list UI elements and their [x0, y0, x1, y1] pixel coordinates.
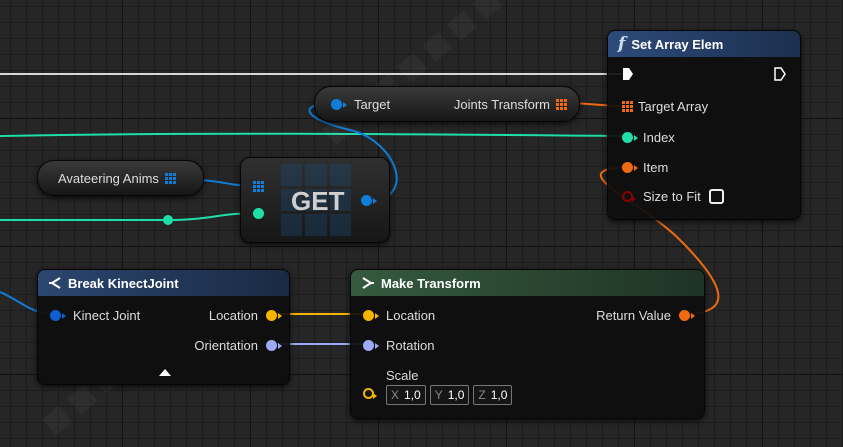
exec-in-icon	[623, 68, 633, 80]
integer-pin-icon	[253, 208, 264, 219]
pin-label: Orientation	[194, 338, 258, 353]
index-wire	[0, 132, 627, 137]
pin-label: Location	[386, 308, 436, 323]
vector-pin-icon	[363, 388, 377, 399]
node-header: f Set Array Elem	[608, 31, 800, 57]
break-kinect-joint-node[interactable]: Break KinectJoint Kinect Joint Location …	[37, 269, 290, 385]
get-index-in-pin[interactable]	[253, 208, 264, 219]
return-value-out-pin[interactable]: Return Value	[596, 308, 695, 323]
node-title: Make Transform	[381, 275, 481, 291]
location-in-pin[interactable]: Location	[363, 308, 435, 323]
kinect-joint-pin[interactable]: Kinect Joint	[50, 308, 140, 323]
node-title: Set Array Elem	[631, 36, 724, 52]
array-icon	[556, 99, 567, 110]
transform-pin-icon	[679, 310, 695, 321]
joints-transform-out-pin[interactable]: Joints Transform	[454, 97, 567, 112]
pin-label: Item	[643, 160, 669, 175]
pin-label: Scale	[386, 368, 419, 383]
pin-label: Location	[208, 308, 258, 323]
index-pin[interactable]: Index	[622, 130, 675, 145]
target-pin[interactable]: Target	[331, 97, 390, 112]
get-node[interactable]: GET	[240, 157, 390, 243]
vector-pin-icon	[266, 310, 282, 321]
get-index-wire	[0, 212, 259, 221]
rotator-pin-icon	[266, 340, 282, 351]
exec-out-icon	[774, 67, 786, 81]
get-out-pin[interactable]	[361, 195, 377, 206]
array-icon	[253, 181, 264, 192]
pin-label: Target Array	[638, 99, 709, 114]
avateering-anims-var-node[interactable]: Avateering Anims	[37, 160, 204, 196]
bool-pin-icon	[622, 191, 636, 202]
location-out-pin[interactable]: Location	[208, 308, 282, 323]
integer-pin-icon	[622, 132, 638, 143]
variable-name: Avateering Anims	[58, 171, 159, 186]
rotator-pin-icon	[363, 340, 379, 351]
exec-in-pin[interactable]	[622, 67, 634, 81]
pin-label: Kinect Joint	[73, 308, 141, 323]
function-icon: f	[618, 34, 626, 54]
scale-z-field[interactable]: Z 1,0	[473, 385, 513, 405]
array-icon	[164, 173, 176, 184]
object-pin-icon	[331, 99, 347, 110]
exec-out-pin[interactable]	[774, 67, 786, 81]
scale-in-pin[interactable]: Scale X 1,0 Y 1,0 Z 1,0	[363, 368, 516, 405]
get-array-in-pin[interactable]	[253, 181, 264, 192]
pin-label: Index	[643, 130, 675, 145]
expand-arrow-icon[interactable]	[159, 369, 171, 376]
set-array-elem-node[interactable]: f Set Array Elem Target Array Index Item…	[607, 30, 801, 220]
reroute-knot[interactable]	[163, 215, 173, 225]
transform-pin-icon	[622, 162, 638, 173]
pin-label: Return Value	[596, 308, 671, 323]
object-pin-icon	[361, 195, 377, 206]
rotation-in-pin[interactable]: Rotation	[363, 338, 434, 353]
size-to-fit-checkbox[interactable]	[708, 189, 724, 204]
node-header: Break KinectJoint	[38, 270, 289, 296]
node-header: Make Transform	[351, 270, 704, 296]
make-struct-icon	[362, 277, 374, 289]
get-label: GET	[291, 186, 345, 216]
pin-label: Rotation	[386, 338, 435, 353]
size-to-fit-pin[interactable]: Size to Fit	[622, 189, 724, 204]
scale-y-field[interactable]: Y 1,0	[429, 385, 470, 405]
item-pin[interactable]: Item	[622, 160, 668, 175]
vector-pin-icon	[363, 310, 379, 321]
break-struct-icon	[49, 277, 61, 289]
struct-pin-icon	[50, 310, 66, 321]
scale-x-field[interactable]: X 1,0	[386, 385, 426, 405]
pin-label: Size to Fit	[643, 189, 701, 204]
variable-name: Joints Transform	[453, 97, 550, 112]
target-array-pin[interactable]: Target Array	[622, 99, 708, 114]
orientation-out-pin[interactable]: Orientation	[194, 338, 282, 353]
make-transform-node[interactable]: Make Transform Location Rotation Scale X…	[350, 269, 705, 419]
array-icon	[622, 101, 633, 112]
joints-transform-var-node[interactable]: Target Joints Transform	[314, 86, 580, 122]
node-title: Break KinectJoint	[68, 275, 179, 291]
pin-label: Target	[354, 97, 391, 112]
avateering-anims-out-pin[interactable]: Avateering Anims	[58, 171, 176, 186]
